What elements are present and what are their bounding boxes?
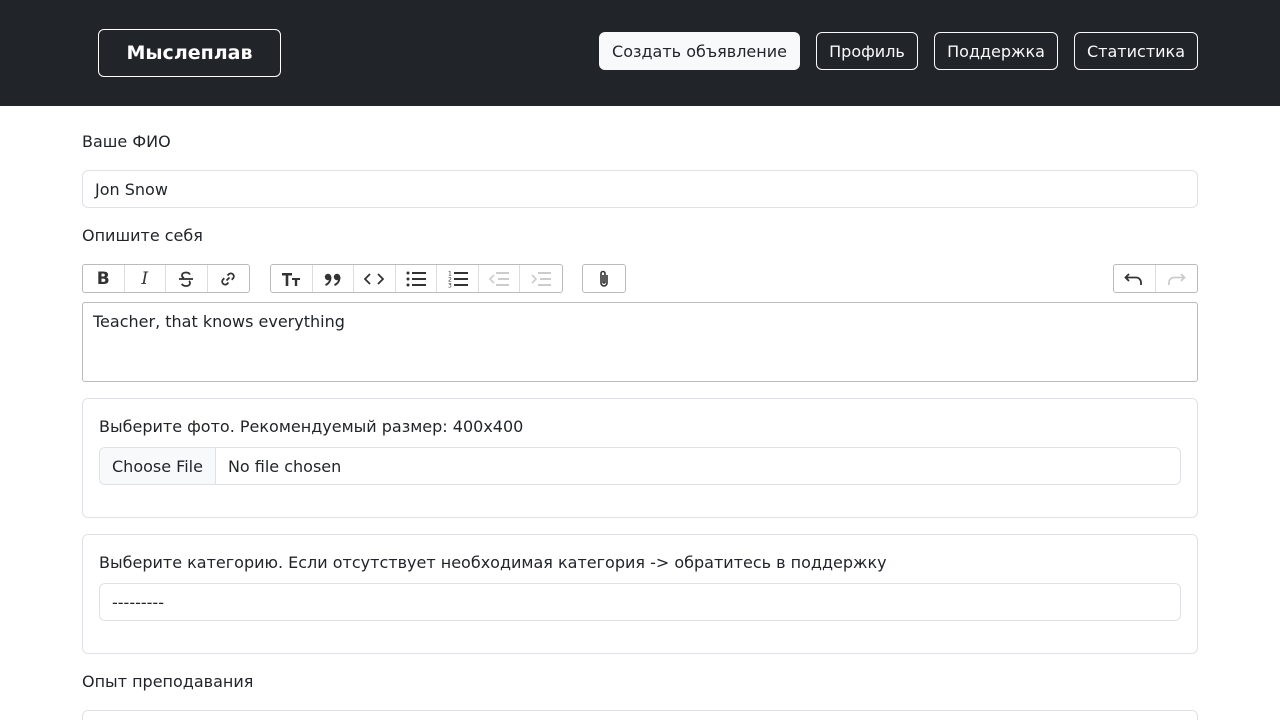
statistics-button[interactable]: Статистика (1074, 32, 1198, 70)
choose-file-button[interactable]: Choose File (100, 448, 216, 484)
redo-icon[interactable] (1156, 265, 1198, 292)
category-card: Выберите категорию. Если отсутствует нео… (82, 534, 1198, 654)
category-label: Выберите категорию. Если отсутствует нео… (99, 553, 887, 572)
photo-card: Выберите фото. Рекомендуемый размер: 400… (82, 398, 1198, 518)
profile-button[interactable]: Профиль (816, 32, 918, 70)
photo-label: Выберите фото. Рекомендуемый размер: 400… (99, 417, 524, 436)
experience-label: Опыт преподавания (82, 672, 254, 691)
photo-file-input[interactable]: Choose File No file chosen (99, 447, 1181, 485)
history-group (1113, 264, 1198, 293)
about-label: Опишите себя (82, 226, 203, 245)
strike-icon[interactable] (166, 265, 208, 292)
quote-icon[interactable] (313, 265, 355, 292)
undo-icon[interactable] (1114, 265, 1156, 292)
heading-icon[interactable] (271, 265, 313, 292)
name-input[interactable]: Jon Snow (82, 170, 1198, 208)
category-select[interactable]: --------- (99, 583, 1181, 621)
code-icon[interactable] (354, 265, 396, 292)
support-button[interactable]: Поддержка (934, 32, 1058, 70)
bold-icon[interactable]: B (83, 265, 125, 292)
indent-icon[interactable] (520, 265, 562, 292)
experience-input[interactable] (82, 710, 1198, 720)
bullet-list-icon[interactable] (396, 265, 438, 292)
link-icon[interactable] (208, 265, 249, 292)
name-label: Ваше ФИО (82, 132, 171, 151)
navbar: Мыслеплав Создать объявление Профиль Под… (0, 0, 1280, 106)
number-list-icon[interactable]: 123 (437, 265, 479, 292)
svg-text:3: 3 (448, 282, 452, 288)
about-editor[interactable]: Teacher, that knows everything (82, 302, 1198, 382)
outdent-icon[interactable] (479, 265, 521, 292)
attach-group (582, 264, 626, 293)
italic-icon[interactable]: I (125, 265, 166, 292)
attach-icon[interactable] (583, 265, 625, 292)
text-format-group: B I (82, 264, 250, 293)
brand-button[interactable]: Мыслеплав (98, 29, 281, 77)
block-format-group: 123 (270, 264, 563, 293)
create-ad-button[interactable]: Создать объявление (599, 32, 800, 70)
file-status: No file chosen (227, 456, 342, 476)
